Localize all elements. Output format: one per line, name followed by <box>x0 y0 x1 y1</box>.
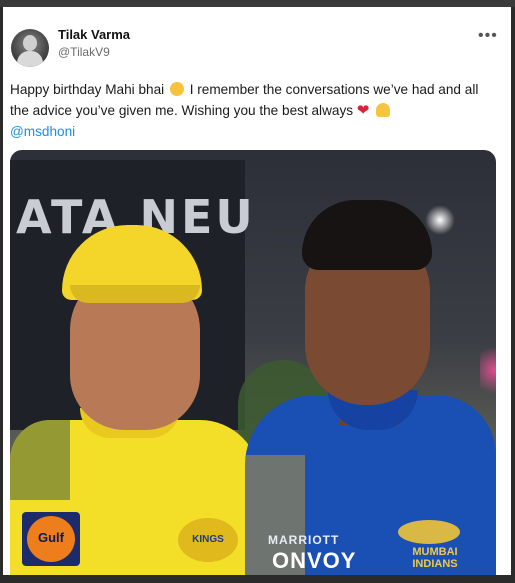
jersey-camo <box>10 420 70 500</box>
author-handle[interactable]: @TilakV9 <box>58 45 110 59</box>
stadium-light <box>425 205 455 235</box>
top-strip <box>0 0 515 7</box>
avatar-head <box>23 35 37 51</box>
csk-crest-text: KINGS <box>192 534 224 545</box>
author-name[interactable]: Tilak Varma <box>58 27 130 42</box>
mi-team-text: MUMBAI INDIANS <box>390 546 480 570</box>
more-options-icon[interactable]: ••• <box>478 27 498 45</box>
gulf-badge-text: Gulf <box>38 530 64 545</box>
folded-hands-emoji <box>376 103 391 117</box>
pink-light <box>480 340 496 400</box>
mi-logo <box>398 520 460 544</box>
avatar-body <box>17 51 43 67</box>
cap-brim <box>70 285 200 303</box>
tweet-text: Happy birthday Mahi bhai I remember the … <box>10 79 496 142</box>
right-player-hair <box>302 200 432 270</box>
avatar[interactable] <box>11 29 49 67</box>
tweet-photo[interactable]: ATA NEU Gulf KINGS MARRIOTT ONVOY MUMBAI… <box>10 150 496 575</box>
mention-link[interactable]: @msdhoni <box>10 121 496 142</box>
hugging-face-emoji <box>169 82 184 96</box>
tweet-card: Tilak Varma @TilakV9 ••• Happy birthday … <box>3 7 511 575</box>
sponsor-top-text: MARRIOTT <box>268 533 340 547</box>
red-heart-emoji: ❤ <box>356 102 370 119</box>
mi-team-line2: INDIANS <box>412 558 458 570</box>
sponsor-bottom-text: ONVOY <box>272 548 357 573</box>
tweet-text-part1: Happy birthday Mahi bhai <box>10 82 165 97</box>
mi-team-line1: MUMBAI <box>412 546 458 558</box>
